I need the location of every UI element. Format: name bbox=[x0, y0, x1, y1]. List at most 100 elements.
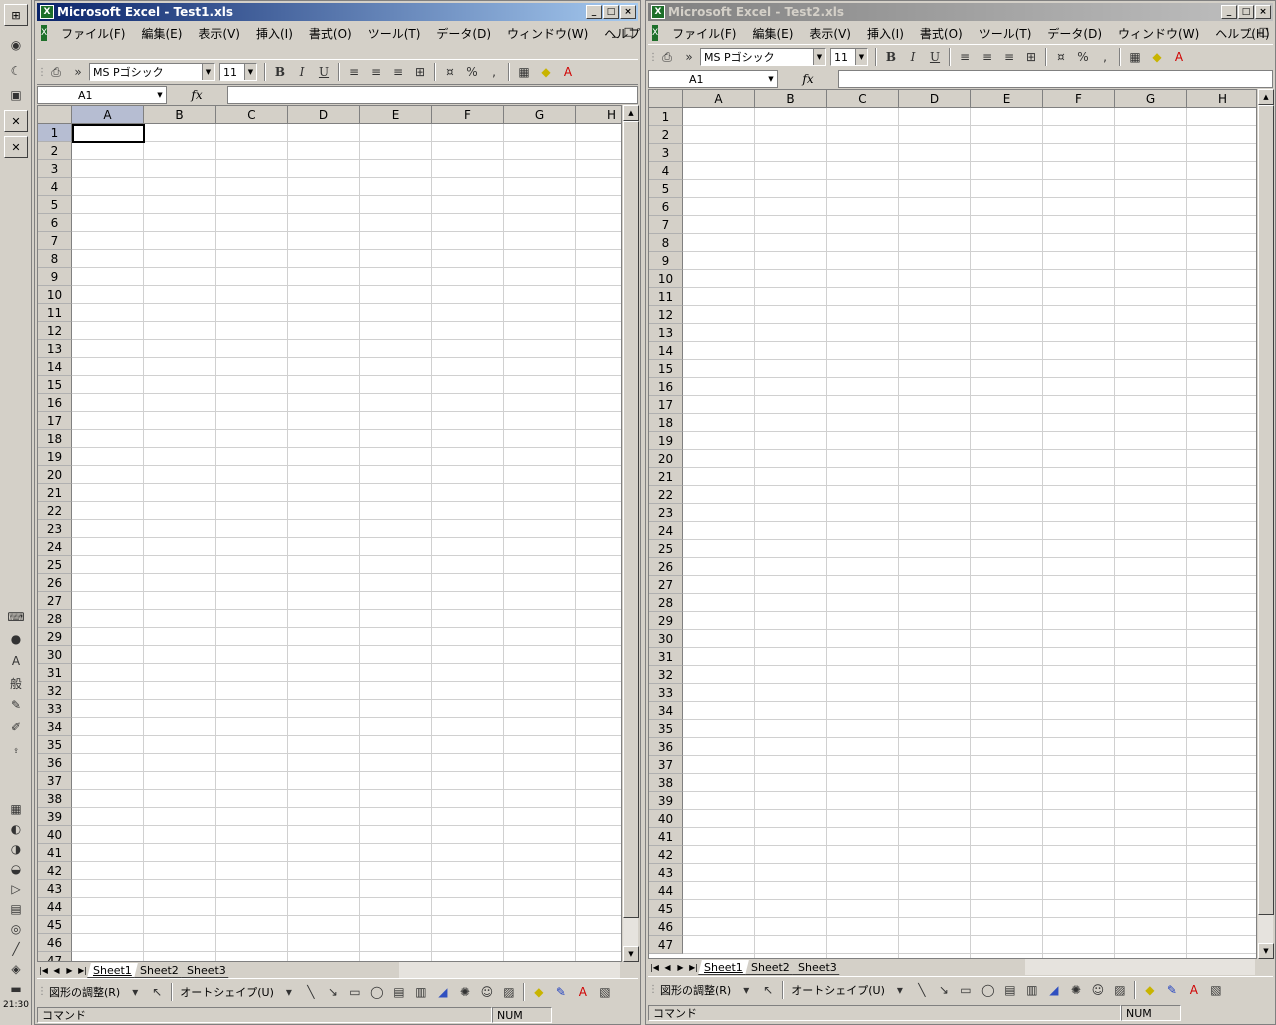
column-header[interactable]: F bbox=[432, 106, 504, 124]
row-header[interactable]: 46 bbox=[38, 934, 72, 952]
align-right-icon[interactable]: ≡ bbox=[998, 47, 1020, 67]
row-header[interactable]: 9 bbox=[38, 268, 72, 286]
underline-button[interactable]: U bbox=[924, 47, 946, 67]
sheet-tab[interactable]: Sheet3 bbox=[791, 959, 843, 975]
row-header[interactable]: 28 bbox=[649, 594, 683, 612]
tray-icon-9[interactable]: ◈ bbox=[6, 960, 26, 978]
3d-icon[interactable]: ▧ bbox=[1205, 980, 1227, 1000]
tray-icon-2[interactable]: ◐ bbox=[6, 820, 26, 838]
sheet-tab[interactable]: Sheet2 bbox=[133, 962, 185, 978]
workbook-icon[interactable]: X bbox=[41, 25, 48, 41]
tray-icon-1[interactable]: ▦ bbox=[6, 800, 26, 818]
row-header[interactable]: 22 bbox=[649, 486, 683, 504]
column-header[interactable]: D bbox=[899, 90, 971, 108]
chevron-down-icon[interactable]: ▼ bbox=[813, 49, 825, 65]
merge-center-icon[interactable]: ⊞ bbox=[1020, 47, 1042, 67]
column-header[interactable]: F bbox=[1043, 90, 1115, 108]
row-header[interactable]: 42 bbox=[38, 862, 72, 880]
taskbar-excel-test1[interactable]: ✕ bbox=[4, 110, 28, 132]
row-header[interactable]: 35 bbox=[38, 736, 72, 754]
autoshapes-button[interactable]: オートシェイプ(U) bbox=[787, 982, 889, 998]
tray-icon-10[interactable]: ▬ bbox=[6, 980, 26, 998]
3d-icon[interactable]: ▧ bbox=[594, 982, 616, 1002]
font-size-combo[interactable]: 11 ▼ bbox=[830, 48, 868, 66]
row-header[interactable]: 3 bbox=[649, 144, 683, 162]
row-header[interactable]: 25 bbox=[38, 556, 72, 574]
name-box[interactable]: A1 ▼ bbox=[37, 86, 167, 104]
column-header[interactable]: B bbox=[144, 106, 216, 124]
name-box[interactable]: A1 ▼ bbox=[648, 70, 778, 88]
last-sheet-icon[interactable]: ▶| bbox=[687, 963, 700, 972]
fill-color-icon[interactable]: ◆ bbox=[1139, 980, 1161, 1000]
wordart-icon[interactable]: ◢ bbox=[432, 982, 454, 1002]
textbox-icon[interactable]: ▤ bbox=[388, 982, 410, 1002]
row-header[interactable]: 18 bbox=[38, 430, 72, 448]
column-header[interactable]: C bbox=[216, 106, 288, 124]
workbook-minimize-button[interactable]: _ bbox=[1247, 25, 1253, 38]
ie-icon[interactable]: ◉ bbox=[6, 36, 26, 54]
row-header[interactable]: 20 bbox=[38, 466, 72, 484]
workbook-minimize-button[interactable]: _ bbox=[612, 25, 618, 38]
menu-item-1[interactable]: 編集(E) bbox=[744, 25, 801, 42]
row-header[interactable]: 19 bbox=[38, 448, 72, 466]
row-header[interactable]: 8 bbox=[649, 234, 683, 252]
row-header[interactable]: 19 bbox=[649, 432, 683, 450]
workbook-icon[interactable]: X bbox=[652, 25, 659, 41]
row-header[interactable]: 15 bbox=[38, 376, 72, 394]
maximize-button[interactable]: □ bbox=[1238, 5, 1254, 19]
currency-icon[interactable]: ¤ bbox=[1050, 47, 1072, 67]
diagram-icon[interactable]: ✺ bbox=[454, 982, 476, 1002]
menu-item-3[interactable]: 挿入(I) bbox=[859, 25, 912, 42]
taskbar-excel-test2[interactable]: ✕ bbox=[4, 136, 28, 158]
font-name-combo[interactable]: MS Pゴシック ▼ bbox=[89, 63, 215, 81]
print-icon[interactable]: ⎙ bbox=[656, 47, 678, 67]
vertical-scrollbar[interactable]: ▲ ▼ bbox=[622, 105, 639, 962]
arrow-icon[interactable]: ↘ bbox=[933, 980, 955, 1000]
menu-item-4[interactable]: 書式(O) bbox=[912, 25, 971, 42]
sheet-tab[interactable]: Sheet1 bbox=[87, 962, 138, 978]
merge-center-icon[interactable]: ⊞ bbox=[409, 62, 431, 82]
row-header[interactable]: 2 bbox=[38, 142, 72, 160]
menu-item-3[interactable]: 挿入(I) bbox=[248, 25, 301, 42]
row-header[interactable]: 17 bbox=[38, 412, 72, 430]
autoshapes-button[interactable]: オートシェイプ(U) bbox=[176, 984, 278, 1000]
font-color-icon[interactable]: A bbox=[1183, 980, 1205, 1000]
workbook-restore-button[interactable]: □ bbox=[1259, 25, 1269, 38]
font-color-icon[interactable]: A bbox=[557, 62, 579, 82]
row-header[interactable]: 1 bbox=[649, 108, 683, 126]
chevron-down-icon[interactable]: ▾ bbox=[278, 982, 300, 1002]
menu-item-4[interactable]: 書式(O) bbox=[301, 25, 360, 42]
menu-item-7[interactable]: ウィンドウ(W) bbox=[499, 25, 596, 42]
currency-icon[interactable]: ¤ bbox=[439, 62, 461, 82]
row-header[interactable]: 10 bbox=[649, 270, 683, 288]
worksheet-grid[interactable]: A B C D E F G H 1 2 3 4 5 6 7 8 9 10 11 12 13 14 15 16 17 18 19 20 2… bbox=[648, 89, 1257, 959]
italic-button[interactable]: I bbox=[902, 47, 924, 67]
row-header[interactable]: 16 bbox=[649, 378, 683, 396]
formula-input[interactable] bbox=[838, 70, 1273, 88]
underline-button[interactable]: U bbox=[313, 62, 335, 82]
row-header[interactable]: 3 bbox=[38, 160, 72, 178]
tray-icon-4[interactable]: ◒ bbox=[6, 860, 26, 878]
row-header[interactable]: 34 bbox=[649, 702, 683, 720]
row-header[interactable]: 43 bbox=[649, 864, 683, 882]
ime-pad-icon[interactable]: ✎ bbox=[6, 696, 26, 714]
row-header[interactable]: 4 bbox=[38, 178, 72, 196]
vertical-textbox-icon[interactable]: ▥ bbox=[1021, 980, 1043, 1000]
prev-sheet-icon[interactable]: ◀ bbox=[50, 966, 63, 975]
borders-icon[interactable]: ▦ bbox=[1124, 47, 1146, 67]
row-header[interactable]: 38 bbox=[38, 790, 72, 808]
fill-color-icon[interactable]: ◆ bbox=[528, 982, 550, 1002]
row-header[interactable]: 37 bbox=[38, 772, 72, 790]
menu-item-1[interactable]: 編集(E) bbox=[133, 25, 190, 42]
row-header[interactable]: 7 bbox=[649, 216, 683, 234]
tray-icon-6[interactable]: ▤ bbox=[6, 900, 26, 918]
row-header[interactable]: 35 bbox=[649, 720, 683, 738]
close-button[interactable]: × bbox=[620, 5, 636, 19]
font-color-icon[interactable]: A bbox=[572, 982, 594, 1002]
row-header[interactable]: 26 bbox=[38, 574, 72, 592]
column-header[interactable]: G bbox=[1115, 90, 1187, 108]
row-header[interactable]: 18 bbox=[649, 414, 683, 432]
row-header[interactable]: 7 bbox=[38, 232, 72, 250]
excel-icon[interactable]: X bbox=[651, 5, 665, 19]
vertical-textbox-icon[interactable]: ▥ bbox=[410, 982, 432, 1002]
